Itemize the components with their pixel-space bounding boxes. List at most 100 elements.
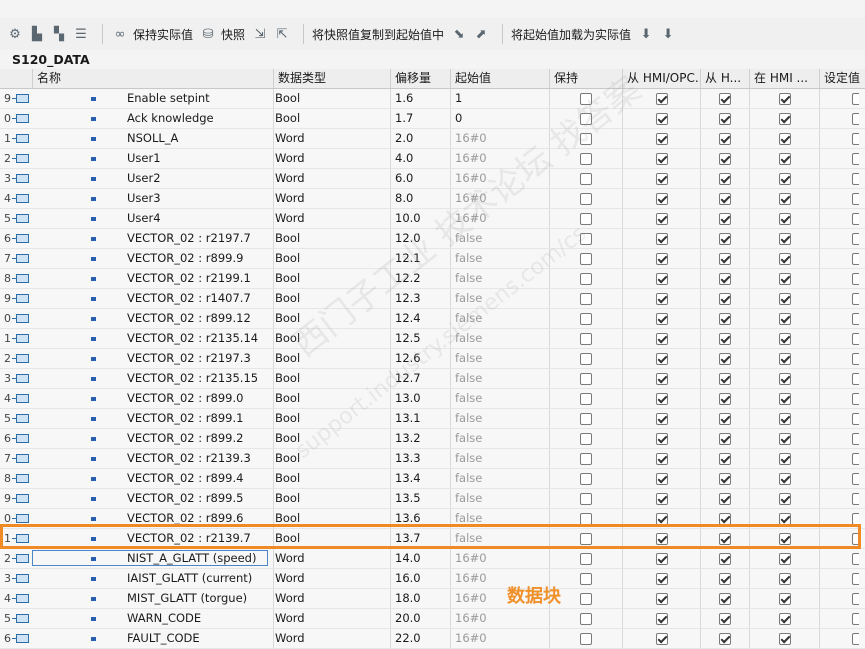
variable-datatype[interactable]: Bool [273, 89, 389, 108]
table-row[interactable]: 5 VECTOR_02 : r899.1 Bool 13.1 false [0, 409, 865, 429]
setpoint-checkbox[interactable] [852, 552, 859, 565]
retain-checkbox[interactable] [580, 532, 592, 545]
table-row[interactable]: 6 FAULT_CODE Word 22.0 16#0 [0, 629, 865, 649]
row-drag-handle[interactable] [12, 349, 32, 368]
hmi-in-checkbox[interactable] [778, 432, 791, 445]
variable-name[interactable]: VECTOR_02 : r2139.7 [127, 529, 269, 548]
row-drag-handle[interactable] [12, 149, 32, 168]
variable-start-value[interactable]: false [450, 389, 549, 408]
variable-datatype[interactable]: Word [273, 569, 389, 588]
column-offset[interactable]: 偏移量 [390, 69, 450, 88]
row-drag-handle[interactable] [12, 249, 32, 268]
hmi-in-checkbox[interactable] [778, 172, 791, 185]
row-drag-handle[interactable] [12, 529, 32, 548]
hmi-in-checkbox[interactable] [778, 152, 791, 165]
hmi-opc-checkbox[interactable] [655, 592, 668, 605]
variable-start-value[interactable]: 16#0 [450, 149, 549, 168]
hmi-opc-checkbox[interactable] [655, 492, 668, 505]
row-drag-handle[interactable] [12, 129, 32, 148]
setpoint-checkbox[interactable] [852, 152, 859, 165]
row-drag-handle[interactable] [12, 429, 32, 448]
hmi-h-checkbox[interactable] [719, 332, 731, 345]
retain-checkbox[interactable] [580, 472, 592, 485]
hmi-in-checkbox[interactable] [778, 92, 791, 105]
hmi-in-checkbox[interactable] [778, 492, 791, 505]
load-start-as-actual-button[interactable]: 将起始值加载为实际值 [511, 22, 631, 46]
add-row-icon[interactable]: ▙ [28, 26, 46, 42]
variable-name[interactable]: VECTOR_02 : r2197.7 [127, 229, 269, 248]
variable-datatype[interactable]: Word [273, 189, 389, 208]
variable-name[interactable]: VECTOR_02 : r899.4 [127, 469, 269, 488]
hmi-opc-checkbox[interactable] [655, 272, 668, 285]
row-drag-handle[interactable] [12, 569, 32, 588]
variable-name[interactable]: Enable setpint [127, 89, 269, 108]
row-drag-handle[interactable] [12, 229, 32, 248]
variable-datatype[interactable]: Word [273, 169, 389, 188]
row-drag-handle[interactable] [12, 589, 32, 608]
retain-checkbox[interactable] [580, 612, 592, 625]
variable-datatype[interactable]: Bool [273, 249, 389, 268]
setpoint-checkbox[interactable] [852, 112, 859, 125]
hmi-opc-checkbox[interactable] [655, 212, 668, 225]
retain-checkbox[interactable] [580, 412, 592, 425]
table-row[interactable]: 0 Ack knowledge Bool 1.7 0 [0, 109, 865, 129]
hmi-in-checkbox[interactable] [778, 292, 791, 305]
column-setpoint[interactable]: 设定值 [819, 69, 865, 88]
variable-name[interactable]: NSOLL_A [127, 129, 269, 148]
variable-name[interactable]: VECTOR_02 : r899.1 [127, 409, 269, 428]
row-drag-handle[interactable] [12, 509, 32, 528]
hmi-opc-checkbox[interactable] [655, 612, 668, 625]
variable-start-value[interactable]: 1 [450, 89, 549, 108]
retain-checkbox[interactable] [580, 252, 592, 265]
row-drag-handle[interactable] [12, 269, 32, 288]
variable-datatype[interactable]: Bool [273, 289, 389, 308]
variable-name[interactable]: VECTOR_02 : r899.9 [127, 249, 269, 268]
setpoint-checkbox[interactable] [852, 192, 859, 205]
setpoint-checkbox[interactable] [852, 272, 859, 285]
hmi-opc-checkbox[interactable] [655, 172, 668, 185]
retain-checkbox[interactable] [580, 432, 592, 445]
retain-checkbox[interactable] [580, 632, 592, 645]
hmi-h-checkbox[interactable] [719, 352, 731, 365]
retain-checkbox[interactable] [580, 152, 592, 165]
setpoint-checkbox[interactable] [852, 452, 859, 465]
hmi-in-checkbox[interactable] [778, 532, 791, 545]
hmi-in-checkbox[interactable] [778, 272, 791, 285]
variable-start-value[interactable]: false [450, 329, 549, 348]
variable-name[interactable]: VECTOR_02 : r2199.1 [127, 269, 269, 288]
table-row[interactable]: 0 VECTOR_02 : r899.6 Bool 13.6 false [0, 509, 865, 529]
variable-name[interactable]: MIST_GLATT (torgue) [127, 589, 269, 608]
table-row[interactable]: 9 VECTOR_02 : r1407.7 Bool 12.3 false [0, 289, 865, 309]
variable-start-value[interactable]: false [450, 229, 549, 248]
variable-start-value[interactable]: false [450, 309, 549, 328]
variable-name[interactable]: User4 [127, 209, 269, 228]
variable-datatype[interactable]: Bool [273, 389, 389, 408]
column-datatype[interactable]: 数据类型 [273, 69, 390, 88]
hmi-h-checkbox[interactable] [719, 572, 731, 585]
hmi-in-checkbox[interactable] [778, 412, 791, 425]
table-row[interactable]: 9 VECTOR_02 : r899.5 Bool 13.5 false [0, 489, 865, 509]
variable-start-value[interactable]: false [450, 289, 549, 308]
row-drag-handle[interactable] [12, 309, 32, 328]
row-drag-handle[interactable] [12, 189, 32, 208]
hmi-in-checkbox[interactable] [778, 512, 791, 525]
setpoint-checkbox[interactable] [852, 332, 859, 345]
row-drag-handle[interactable] [12, 389, 32, 408]
variable-datatype[interactable]: Bool [273, 489, 389, 508]
retain-checkbox[interactable] [580, 132, 592, 145]
retain-checkbox[interactable] [580, 452, 592, 465]
hmi-opc-checkbox[interactable] [655, 192, 668, 205]
hmi-h-checkbox[interactable] [719, 292, 731, 305]
hmi-h-checkbox[interactable] [719, 552, 731, 565]
snapshot-button[interactable]: ⛁ 快照 [199, 22, 245, 46]
table-row[interactable]: 7 VECTOR_02 : r2139.3 Bool 13.3 false [0, 449, 865, 469]
variable-start-value[interactable]: false [450, 449, 549, 468]
variable-name[interactable]: User3 [127, 189, 269, 208]
variable-name[interactable]: VECTOR_02 : r899.6 [127, 509, 269, 528]
hmi-in-checkbox[interactable] [778, 312, 791, 325]
variable-datatype[interactable]: Word [273, 209, 389, 228]
table-row[interactable]: 5 WARN_CODE Word 20.0 16#0 [0, 609, 865, 629]
hmi-in-checkbox[interactable] [778, 592, 791, 605]
setpoint-checkbox[interactable] [852, 492, 859, 505]
variable-datatype[interactable]: Bool [273, 449, 389, 468]
